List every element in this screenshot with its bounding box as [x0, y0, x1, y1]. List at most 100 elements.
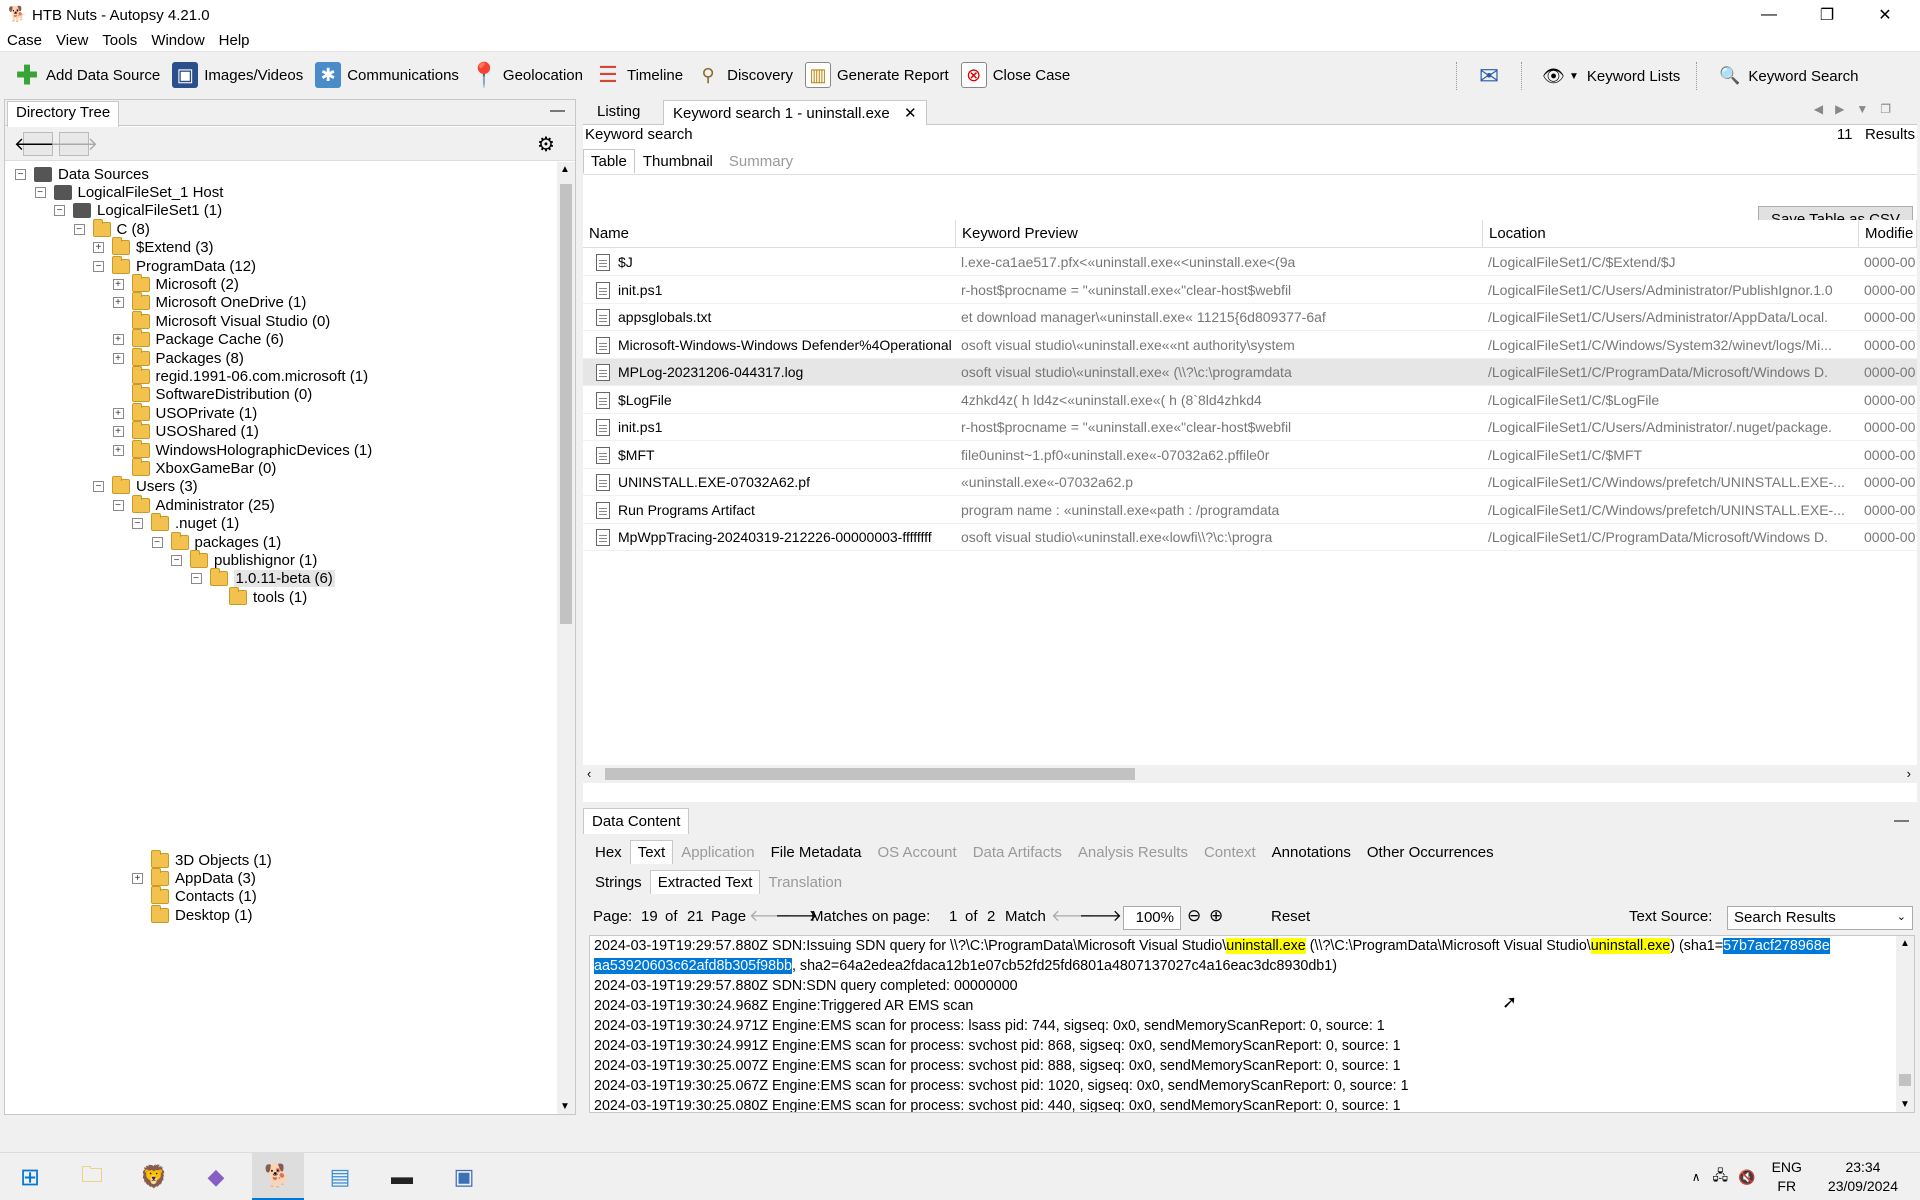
network-icon[interactable]: 🖧 [1713, 1165, 1729, 1189]
tab-analysis-results[interactable]: Analysis Results [1070, 840, 1196, 864]
tab-keyword-search[interactable]: Keyword search 1 - uninstall.exe ✕ [663, 100, 927, 125]
collapse-icon[interactable]: − [15, 168, 26, 180]
discovery-button[interactable]: ⚲ Discovery [691, 58, 797, 92]
autopsy-icon[interactable]: 🐕 [252, 1153, 304, 1200]
screenshot-tool-icon[interactable]: ▣ [438, 1153, 490, 1200]
collapse-icon[interactable]: − [54, 205, 65, 217]
scroll-left-icon[interactable]: ‹ [587, 766, 591, 781]
collapse-icon[interactable]: − [151, 536, 163, 548]
collapse-icon[interactable]: − [112, 499, 124, 511]
subtab-table[interactable]: Table [583, 149, 635, 173]
scroll-right-icon[interactable]: › [1907, 766, 1911, 781]
expand-icon[interactable]: + [93, 242, 104, 254]
menu-case[interactable]: Case [0, 32, 49, 49]
expand-icon[interactable]: + [112, 444, 124, 456]
file-explorer-icon[interactable]: 🗀 [66, 1153, 118, 1200]
table-row[interactable]: Microsoft-Windows-Windows Defender%4Oper… [583, 332, 1917, 359]
reset-zoom-button[interactable]: Reset [1259, 906, 1322, 930]
table-row[interactable]: MPLog-20231206-044317.log osoft visual st… [583, 359, 1917, 386]
collapse-icon[interactable]: − [132, 518, 143, 530]
menu-view[interactable]: View [49, 32, 95, 49]
zoom-in-icon[interactable]: ⊕ [1209, 906, 1223, 926]
expand-icon[interactable]: + [112, 297, 124, 309]
column-header-location[interactable]: Location [1483, 220, 1859, 248]
table-horizontal-scrollbar[interactable]: ‹ › [583, 765, 1917, 783]
tab-extracted-text[interactable]: Extracted Text [649, 870, 761, 894]
table-row[interactable]: UNINSTALL.EXE-07032A62.pf «uninstall.exe«… [583, 469, 1917, 496]
close-window-button[interactable]: ✕ [1856, 0, 1914, 30]
prev-page-button[interactable]: 🡐 [749, 906, 792, 928]
minimize-data-content-button[interactable]: — [1894, 812, 1909, 829]
extracted-text-area[interactable]: 2024-03-19T19:29:57.880Z SDN:Issuing SDN… [589, 935, 1915, 1113]
tab-annotations[interactable]: Annotations [1264, 840, 1359, 864]
next-match-button[interactable]: 🡒 [1079, 906, 1122, 928]
expand-icon[interactable]: + [112, 352, 124, 364]
table-row[interactable]: MpWppTracing-20240319-212226-00000003-ff… [583, 524, 1917, 551]
tab-text[interactable]: Text [629, 840, 674, 864]
language-indicator[interactable]: ENG FR [1772, 1158, 1802, 1196]
communications-button[interactable]: ✱ Communications [311, 58, 463, 92]
table-row[interactable]: init.ps1 r-host$procname = "«uninstall.ex… [583, 414, 1917, 441]
tab-data-artifacts[interactable]: Data Artifacts [965, 840, 1070, 864]
table-row[interactable]: $MFT file0uninst~1.pf0«uninstall.exe«-070… [583, 442, 1917, 469]
close-case-button[interactable]: ⊗ Close Case [957, 58, 1075, 92]
tab-directory-tree[interactable]: Directory Tree [7, 101, 120, 127]
gear-icon[interactable]: ⚙ [533, 132, 559, 156]
tab-context[interactable]: Context [1196, 840, 1264, 864]
expand-icon[interactable]: + [112, 426, 124, 438]
tab-os-account[interactable]: OS Account [869, 840, 964, 864]
tab-hex[interactable]: Hex [587, 840, 630, 864]
table-row[interactable]: Run Programs Artifact program name : «uni… [583, 497, 1917, 524]
clock[interactable]: 23:34 23/09/2024 [1828, 1158, 1898, 1196]
table-row[interactable]: appsglobals.txt et download manager\«unin… [583, 304, 1917, 331]
scroll-up-icon[interactable]: ▲ [1900, 938, 1910, 949]
zoom-field[interactable]: 100% [1123, 906, 1181, 930]
column-header-name[interactable]: Name [583, 220, 956, 248]
horizontal-scroll-thumb[interactable] [605, 768, 1135, 780]
minimize-button[interactable]: — [1740, 0, 1798, 30]
prev-match-button[interactable]: 🡐 [1051, 906, 1094, 928]
start-icon[interactable]: ⊞ [4, 1153, 56, 1200]
table-row[interactable]: init.ps1 r-host$procname = "«uninstall.ex… [583, 277, 1917, 304]
mail-icon[interactable]: ✉ [1479, 62, 1499, 91]
expand-icon[interactable]: + [132, 872, 143, 884]
collapse-icon[interactable]: − [93, 481, 104, 493]
subtab-summary[interactable]: Summary [721, 149, 801, 173]
terminal-icon[interactable]: ▬ [376, 1153, 428, 1200]
tab-other-occurrences[interactable]: Other Occurrences [1359, 840, 1502, 864]
expand-icon[interactable]: + [112, 407, 124, 419]
data-content-title[interactable]: Data Content [583, 808, 690, 834]
keyword-lists-button[interactable]: 👁 ▼ Keyword Lists [1538, 59, 1684, 93]
menu-tools[interactable]: Tools [95, 32, 144, 49]
tab-application[interactable]: Application [673, 840, 762, 864]
chevron-up-icon[interactable]: ∧ [1692, 1170, 1701, 1184]
forward-button[interactable]: 🡒 [50, 132, 98, 156]
add-data-source-button[interactable]: ✚ Add Data Source [10, 58, 164, 92]
collapse-icon[interactable]: − [34, 186, 46, 198]
collapse-icon[interactable]: − [171, 554, 182, 566]
menu-window[interactable]: Window [144, 32, 211, 49]
volume-muted-icon[interactable]: 🔇 [1738, 1169, 1755, 1186]
brave-browser-icon[interactable]: 🦁 [128, 1153, 180, 1200]
scroll-down-icon[interactable]: ▼ [560, 1101, 570, 1112]
timeline-button[interactable]: ☰ Timeline [591, 58, 687, 92]
text-source-select[interactable]: Search Results ⌄ [1727, 906, 1913, 930]
notepad-icon[interactable]: ▤ [314, 1153, 366, 1200]
collapse-icon[interactable]: − [93, 260, 104, 272]
subtab-thumbnail[interactable]: Thumbnail [635, 149, 721, 173]
close-tab-icon[interactable]: ✕ [904, 105, 917, 122]
zoom-out-icon[interactable]: ⊖ [1187, 906, 1201, 926]
restore-button[interactable]: ❐ [1798, 0, 1856, 30]
table-row[interactable]: $J l.exe-ca1ae517.pfx<«uninstall.exe«<uni… [583, 249, 1917, 276]
geolocation-button[interactable]: 📍 Geolocation [467, 58, 587, 92]
images-videos-button[interactable]: ▣ Images/Videos [168, 58, 307, 92]
tree-node[interactable]: tools (1) [210, 586, 307, 608]
text-scroll-thumb[interactable] [1899, 1074, 1911, 1086]
tree-scrollbar[interactable]: ▲ ▼ [557, 162, 575, 1114]
visual-studio-icon[interactable]: ◆ [190, 1153, 242, 1200]
next-page-button[interactable]: 🡒 [775, 906, 818, 928]
table-row[interactable]: $LogFile 4zhkd4z( h ld4z<«uninstall.exe«(… [583, 387, 1917, 414]
scroll-up-icon[interactable]: ▲ [560, 164, 570, 175]
generate-report-button[interactable]: ▥ Generate Report [801, 58, 953, 92]
collapse-icon[interactable]: − [190, 573, 202, 585]
